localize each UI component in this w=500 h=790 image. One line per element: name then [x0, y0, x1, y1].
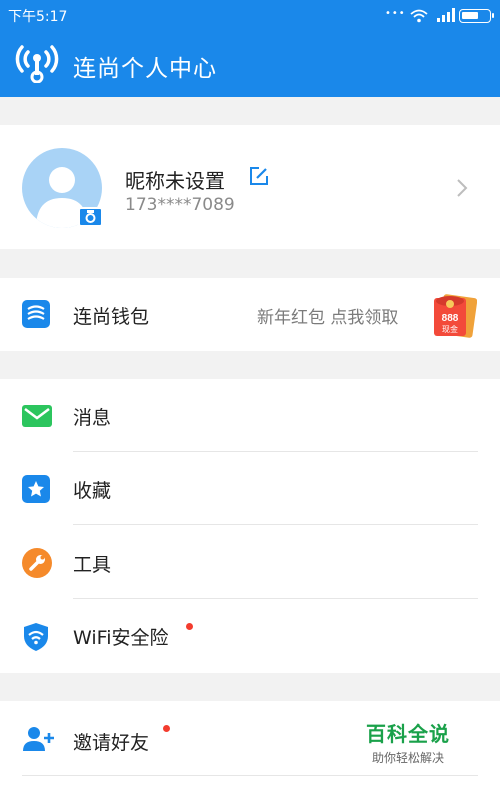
menu-item-label: WiFi安全险	[73, 627, 169, 649]
menu-item-wifi-insurance[interactable]: WiFi安全险	[0, 599, 500, 672]
wrench-icon	[22, 548, 52, 578]
signal-icon	[437, 7, 455, 26]
menu-item-label: 工具	[73, 554, 112, 576]
menu-item-label: 消息	[73, 407, 112, 429]
menu-list: 消息 收藏 工具 WiFi安全险	[0, 379, 500, 673]
app-bar: 连尚个人中心	[0, 30, 500, 97]
camera-icon[interactable]	[78, 207, 103, 227]
menu-item-favorites[interactable]: 收藏	[0, 452, 500, 525]
divider	[73, 524, 478, 525]
menu-item-tools[interactable]: 工具	[0, 526, 500, 599]
red-packet-text: 现金	[442, 324, 458, 334]
menu-item-label: 收藏	[73, 480, 112, 502]
invite-label: 邀请好友	[73, 732, 150, 754]
nickname-label[interactable]: 昵称未设置	[125, 165, 225, 194]
notification-dots: •••	[385, 8, 406, 19]
status-time: 下午5:17	[8, 9, 68, 25]
wallet-label: 连尚钱包	[73, 306, 150, 328]
wallet-row[interactable]: 连尚钱包 新年红包 点我领取 888 现金	[0, 278, 500, 351]
divider	[22, 775, 478, 776]
invite-friends-row[interactable]: 邀请好友 百科全说 助你轻松解决	[0, 701, 500, 790]
chevron-right-icon[interactable]	[456, 178, 468, 202]
phone-number: 173****7089	[125, 195, 235, 215]
menu-item-messages[interactable]: 消息	[0, 379, 500, 452]
wallet-icon	[22, 300, 50, 328]
watermark-subtitle: 助你轻松解决	[371, 751, 444, 765]
message-icon	[22, 405, 52, 427]
wifi-key-logo-icon	[14, 41, 60, 87]
star-icon	[22, 475, 50, 503]
red-packet-icon[interactable]: 888 现金	[431, 292, 478, 342]
notification-dot	[163, 725, 170, 732]
battery-icon	[459, 9, 494, 23]
red-packet-amount: 888	[442, 313, 459, 324]
red-packet-promo[interactable]: 新年红包 点我领取	[257, 303, 398, 328]
status-bar: 下午5:17 •••	[0, 0, 500, 30]
profile-card[interactable]: 昵称未设置 173****7089	[0, 125, 500, 249]
watermark-logo: 百科全说 助你轻松解决	[366, 718, 450, 766]
page-title: 连尚个人中心	[73, 56, 217, 82]
wifi-status-icon	[410, 8, 428, 27]
shield-wifi-icon	[22, 622, 50, 651]
edit-icon[interactable]	[249, 166, 269, 190]
watermark-title: 百科全说	[366, 722, 450, 746]
add-user-icon	[22, 725, 54, 753]
notification-dot	[186, 623, 193, 630]
